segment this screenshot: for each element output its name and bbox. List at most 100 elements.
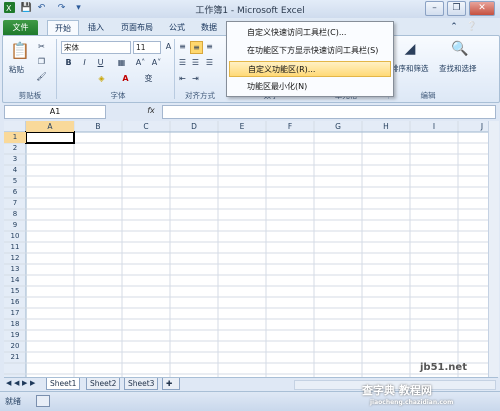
worksheet-grid[interactable]: A B C D E F G H I J 1 2 3 4 5 6 7 8 9 10 11 12 13 14 15 16 17 18 19 2… [4, 121, 488, 377]
align-middle-icon[interactable]: ≡ [190, 41, 203, 54]
group-clipboard-label: 剪贴板 [18, 91, 42, 100]
close-icon[interactable]: ✕ [469, 1, 495, 16]
insert-sheet-icon[interactable]: ✚ [162, 378, 180, 390]
align-center-icon[interactable]: ☰ [190, 57, 201, 68]
restore-icon[interactable]: ❐ [447, 1, 466, 16]
grow-font-size-icon[interactable]: A˄ [135, 57, 146, 68]
menu-item-minimize-ribbon[interactable]: 功能区最小化(N) [229, 79, 391, 95]
watermark: jb51.net 查字典 教程网 jiaocheng.chazidian.com [360, 362, 500, 410]
shrink-font-size-icon[interactable]: A˅ [151, 57, 162, 68]
column-header[interactable]: H [362, 121, 410, 132]
help-icon[interactable]: ❔ [466, 20, 478, 35]
ribbon-context-menu: 自定义快速访问工具栏(C)... 在功能区下方显示快速访问工具栏(S) 自定义功… [226, 21, 394, 97]
row-header[interactable]: 9 [4, 220, 26, 231]
column-header[interactable]: C [122, 121, 170, 132]
fill-color-icon[interactable]: ◈ [96, 73, 107, 84]
align-left-icon[interactable]: ☰ [177, 57, 188, 68]
align-right-icon[interactable]: ☰ [204, 57, 215, 68]
paste-icon[interactable]: 📋 [10, 40, 30, 62]
menu-item-customize-qat[interactable]: 自定义快速访问工具栏(C)... [229, 25, 391, 41]
tab-formulas[interactable]: 公式 [166, 20, 188, 35]
menu-item-show-qat-below[interactable]: 在功能区下方显示快速访问工具栏(S) [229, 43, 391, 59]
decrease-indent-icon[interactable]: ⇤ [177, 73, 188, 84]
sheet-tab[interactable]: Sheet1 [46, 378, 81, 390]
sheet-nav-first-icon[interactable]: ◀ [6, 379, 11, 387]
watermark-brand: 查字典 教程网 [362, 384, 432, 397]
align-bottom-icon[interactable]: ≡ [204, 41, 215, 52]
formula-bar: A1 fx [0, 103, 500, 119]
row-header[interactable]: 4 [4, 165, 26, 176]
divider [56, 39, 57, 99]
font-size-combo[interactable]: 11 [133, 41, 161, 54]
row-header[interactable]: 7 [4, 198, 26, 209]
align-top-icon[interactable]: ≡ [177, 41, 188, 52]
name-box[interactable]: A1 [4, 105, 106, 119]
row-header[interactable]: 6 [4, 187, 26, 198]
copy-icon[interactable]: ❐ [36, 56, 47, 67]
column-header[interactable]: I [410, 121, 458, 132]
cut-icon[interactable]: ✂ [36, 41, 47, 52]
row-header[interactable]: 11 [4, 242, 26, 253]
group-editing-label: 编辑 [420, 91, 436, 100]
column-header[interactable]: A [26, 121, 74, 132]
column-header[interactable]: B [74, 121, 122, 132]
row-header[interactable]: 1 [4, 132, 26, 143]
formula-input[interactable] [162, 105, 496, 119]
sheet-nav-last-icon[interactable]: ▶ [30, 379, 35, 387]
grow-font-icon[interactable]: A [163, 41, 174, 52]
row-header[interactable]: 8 [4, 209, 26, 220]
column-header[interactable]: J [458, 121, 488, 132]
row-header[interactable]: 16 [4, 297, 26, 308]
format-painter-icon[interactable]: 🖌 [36, 71, 47, 82]
borders-icon[interactable]: ▦ [116, 57, 127, 68]
minimize-icon[interactable]: – [425, 1, 444, 16]
column-header[interactable]: F [266, 121, 314, 132]
row-header[interactable]: 15 [4, 286, 26, 297]
find-select-icon[interactable]: 🔍 [451, 40, 469, 58]
watermark-site: jb51.net [420, 362, 467, 373]
row-header[interactable]: 10 [4, 231, 26, 242]
row-header[interactable]: 2 [4, 143, 26, 154]
status-ready: 就绪 [5, 397, 21, 406]
row-header[interactable]: 5 [4, 176, 26, 187]
row-header[interactable]: 19 [4, 330, 26, 341]
column-header[interactable]: G [314, 121, 362, 132]
row-header[interactable]: 14 [4, 275, 26, 286]
bold-icon[interactable]: B [63, 57, 74, 68]
row-header[interactable]: 20 [4, 341, 26, 352]
sheet-nav-prev-icon[interactable]: ◀ [14, 379, 19, 387]
tab-file[interactable]: 文件 [3, 20, 38, 35]
font-color-icon[interactable]: A [120, 73, 131, 84]
row-header[interactable]: 3 [4, 154, 26, 165]
macro-record-icon[interactable] [36, 395, 50, 407]
sort-filter-icon[interactable]: ◢ [401, 40, 419, 58]
row-header[interactable]: 21 [4, 352, 26, 363]
sheet-tab[interactable]: Sheet3 [124, 378, 159, 390]
watermark-url: jiaocheng.chazidian.com [370, 399, 454, 406]
menu-item-customize-ribbon[interactable]: 自定义功能区(R)... [229, 61, 391, 77]
group-font-label: 字体 [110, 91, 126, 100]
row-header[interactable]: 18 [4, 319, 26, 330]
phonetic-icon[interactable]: 变 [143, 73, 154, 84]
column-header[interactable]: D [170, 121, 218, 132]
column-header[interactable]: E [218, 121, 266, 132]
paste-label[interactable]: 粘贴 [9, 64, 24, 75]
tab-insert[interactable]: 插入 [85, 20, 107, 35]
tab-data[interactable]: 数据 [198, 20, 220, 35]
row-header[interactable]: 17 [4, 308, 26, 319]
sort-filter-label[interactable]: 排序和筛选 [391, 63, 429, 74]
italic-icon[interactable]: I [79, 57, 90, 68]
increase-indent-icon[interactable]: ⇥ [190, 73, 201, 84]
tab-page-layout[interactable]: 页面布局 [117, 20, 157, 35]
insert-function-icon[interactable]: fx [144, 105, 158, 117]
sheet-tab[interactable]: Sheet2 [86, 378, 121, 390]
find-select-label[interactable]: 查找和选择 [439, 63, 477, 74]
row-header[interactable]: 12 [4, 253, 26, 264]
vertical-scrollbar[interactable] [488, 121, 499, 377]
row-header[interactable]: 13 [4, 264, 26, 275]
underline-icon[interactable]: U [95, 57, 106, 68]
sheet-nav-next-icon[interactable]: ▶ [22, 379, 27, 387]
tab-home[interactable]: 开始 [47, 20, 79, 36]
font-name-combo[interactable]: 宋体 [61, 41, 131, 54]
ribbon-minimize-icon[interactable]: ⌃ [448, 20, 460, 35]
